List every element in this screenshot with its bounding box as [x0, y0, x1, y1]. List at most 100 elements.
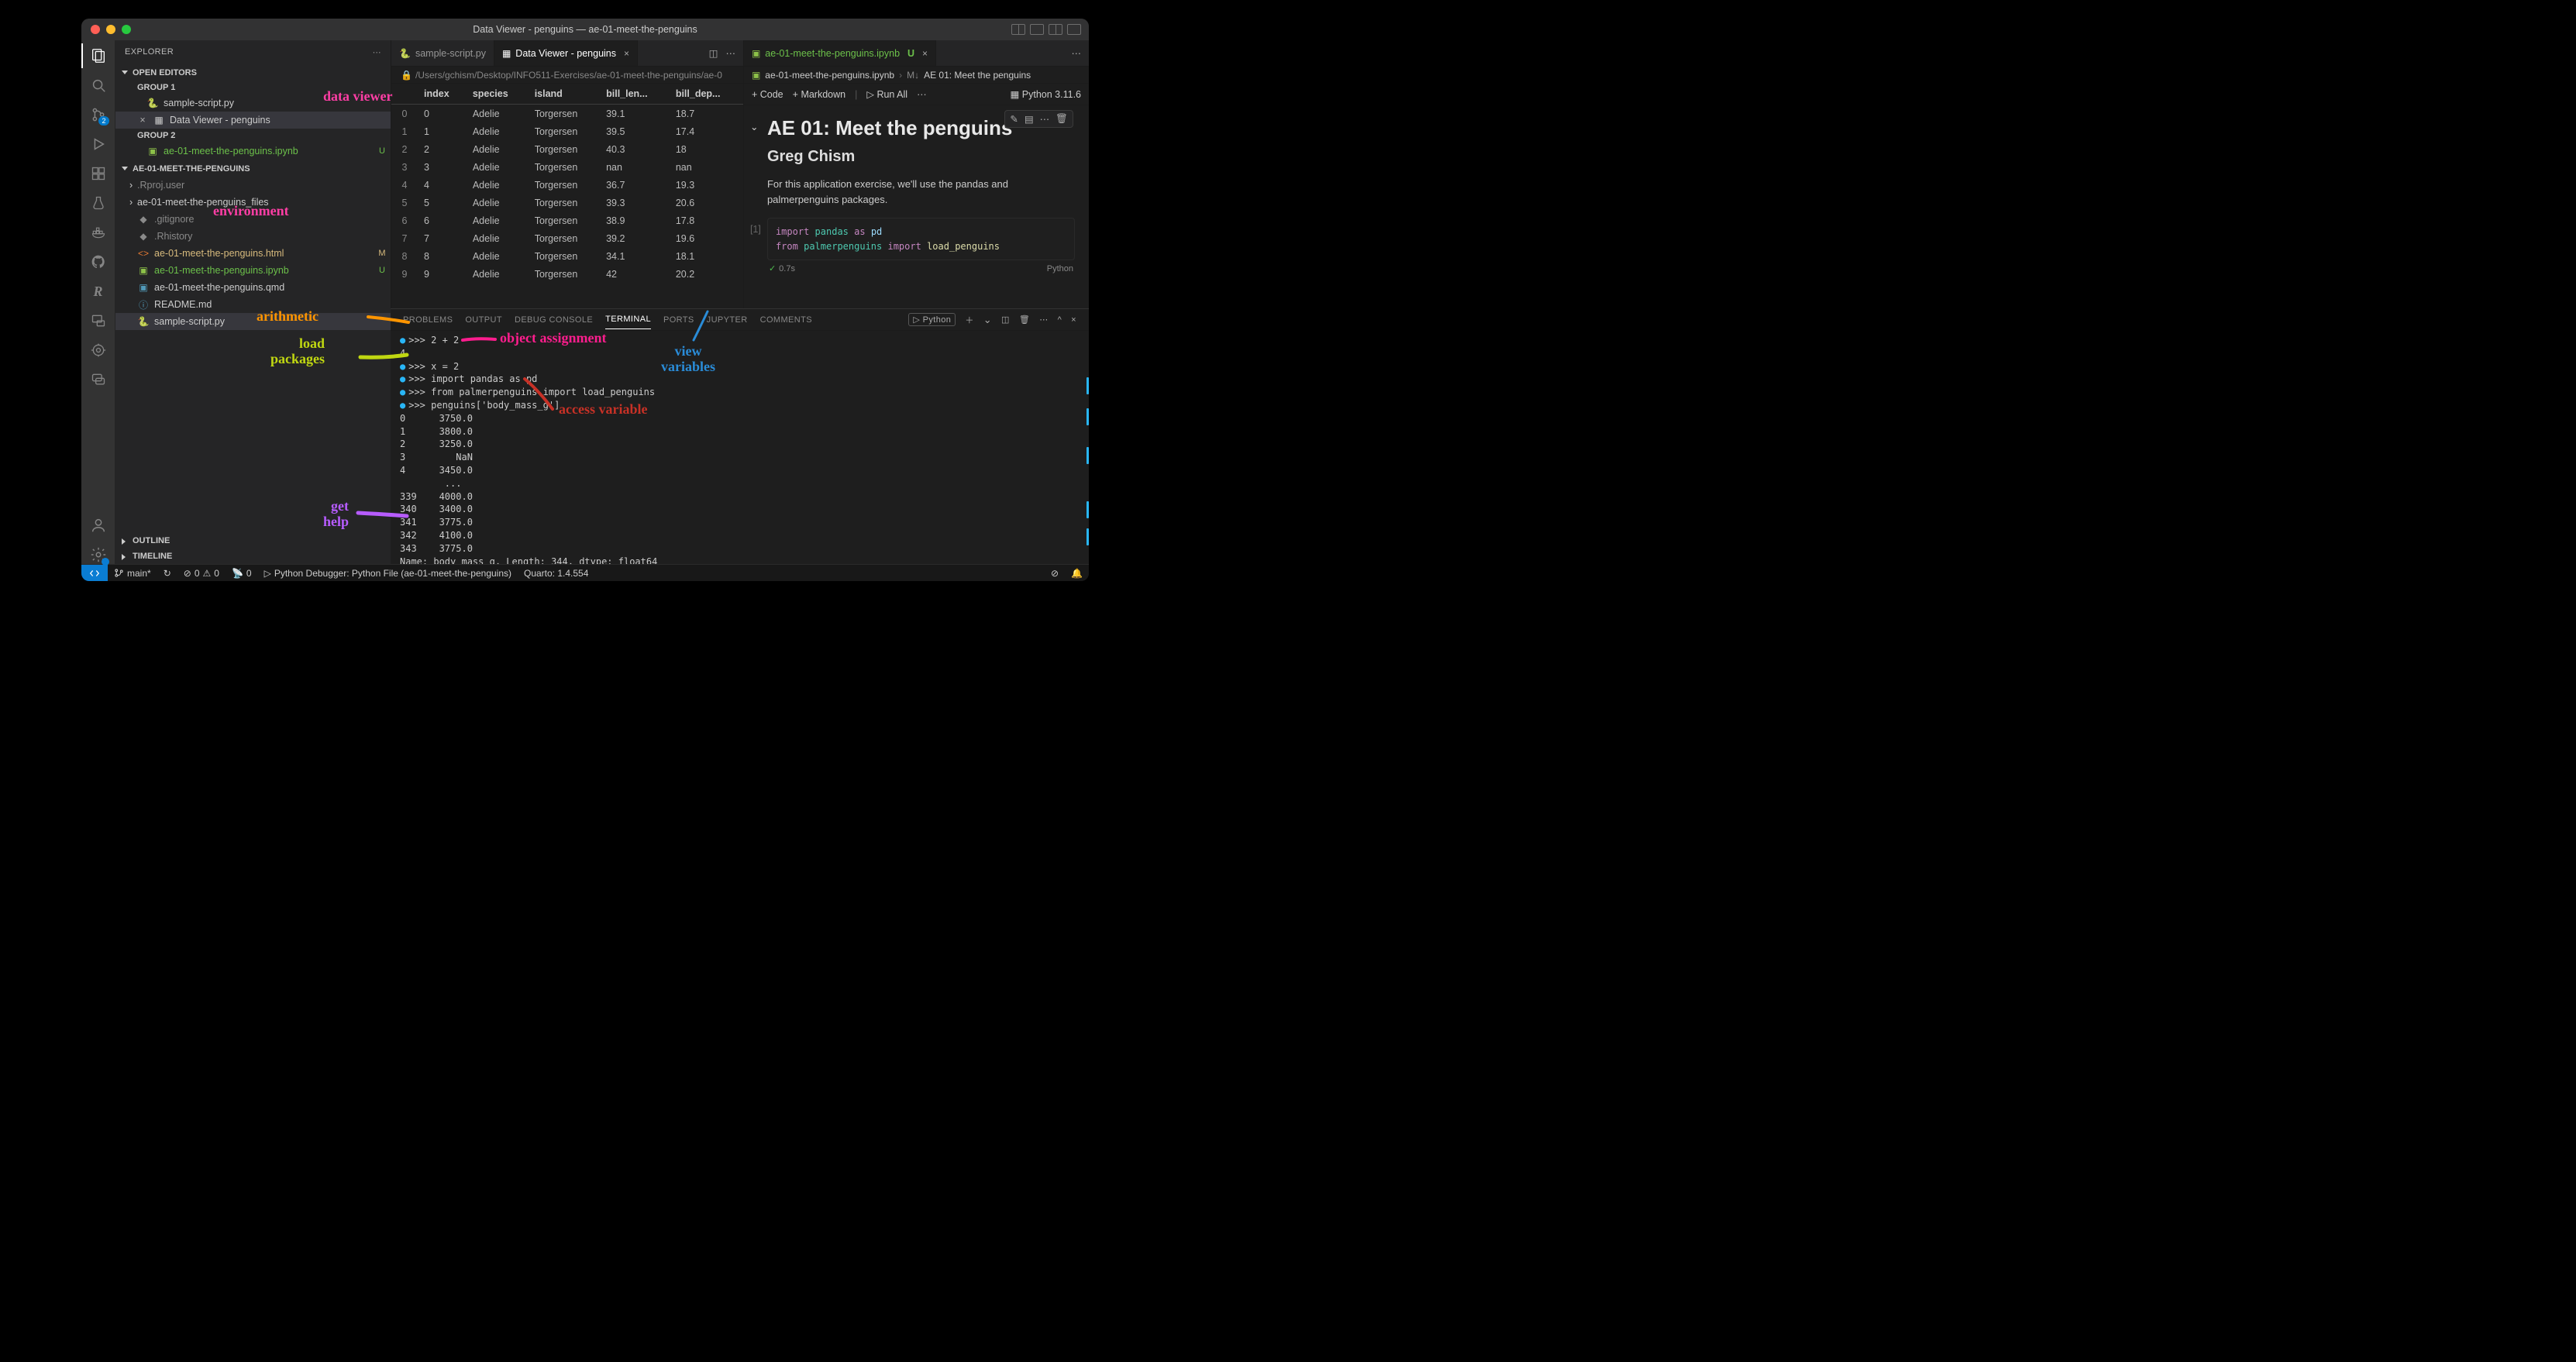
- settings-icon[interactable]: [89, 545, 108, 564]
- tab-more-icon[interactable]: ⋯: [1072, 47, 1082, 59]
- testing-icon[interactable]: [89, 194, 108, 212]
- tab-notebook[interactable]: ▣ ae-01-meet-the-penguins.ipynb U ×: [744, 40, 936, 66]
- file-rhistory[interactable]: ◆ .Rhistory: [115, 228, 391, 245]
- git-branch[interactable]: main*: [108, 568, 157, 579]
- quarto-status[interactable]: Quarto: 1.4.554: [518, 568, 594, 579]
- file-label: ae-01-meet-the-penguins.html: [154, 248, 374, 259]
- kill-terminal-icon[interactable]: 🗑: [1019, 315, 1030, 325]
- split-editor-icon[interactable]: ◫: [709, 47, 718, 59]
- notebook-body[interactable]: ✎ ▤ ⋯ 🗑 ⌄ AE 01: Meet the penguins Greg …: [744, 105, 1089, 308]
- split-cell-icon[interactable]: ▤: [1025, 113, 1034, 125]
- panel-tab-jupyter[interactable]: JUPYTER: [707, 311, 748, 329]
- toolbar-more-icon[interactable]: ⋯: [917, 88, 927, 100]
- edit-cell-icon[interactable]: ✎: [1010, 113, 1018, 125]
- copilot-icon[interactable]: ⊘: [1045, 568, 1065, 579]
- file-gitignore[interactable]: ◆ .gitignore: [115, 211, 391, 228]
- minimize-window-button[interactable]: [106, 25, 115, 34]
- remote-indicator[interactable]: [81, 565, 108, 582]
- panel-tab-debug[interactable]: DEBUG CONSOLE: [515, 311, 593, 329]
- file-html[interactable]: <> ae-01-meet-the-penguins.html M: [115, 245, 391, 262]
- r-icon[interactable]: R: [89, 282, 108, 301]
- open-editor-sample-script[interactable]: 🐍 sample-script.py: [115, 95, 391, 112]
- file-qmd[interactable]: ▣ ae-01-meet-the-penguins.qmd: [115, 279, 391, 296]
- sidebar-more-icon[interactable]: ⋯: [373, 47, 381, 57]
- open-editor-notebook[interactable]: ▣ ae-01-meet-the-penguins.ipynb U: [115, 143, 391, 160]
- github-icon[interactable]: [89, 253, 108, 271]
- sync-button[interactable]: ↻: [157, 568, 177, 579]
- project-section[interactable]: AE-01-MEET-THE-PENGUINS: [115, 160, 391, 177]
- breadcrumb-file: ae-01-meet-the-penguins.ipynb: [765, 70, 894, 81]
- file-label: .Rproj.user: [137, 180, 391, 191]
- add-markdown-button[interactable]: + Markdown: [793, 89, 845, 100]
- window-title: Data Viewer - penguins — ae-01-meet-the-…: [81, 24, 1089, 35]
- panel-tab-comments[interactable]: COMMENTS: [760, 311, 812, 329]
- remote-explorer-icon[interactable]: [89, 311, 108, 330]
- jupyter-icon: ▣: [137, 265, 150, 276]
- debug-config[interactable]: ▷Python Debugger: Python File (ae-01-mee…: [258, 568, 518, 579]
- folder-rproj[interactable]: › .Rproj.user: [115, 177, 391, 194]
- close-tab-icon[interactable]: ×: [624, 48, 629, 59]
- code-cell[interactable]: import pandas as pd from palmerpenguins …: [767, 218, 1075, 260]
- source-control-icon[interactable]: 2: [89, 105, 108, 124]
- delete-cell-icon[interactable]: 🗑: [1056, 113, 1068, 125]
- maximize-panel-icon[interactable]: ^: [1058, 315, 1062, 325]
- explorer-icon[interactable]: [89, 46, 108, 65]
- timeline-section[interactable]: TIMELINE: [115, 549, 391, 564]
- search-icon[interactable]: [89, 76, 108, 95]
- tab-label: Data Viewer - penguins: [515, 48, 616, 59]
- panel-tab-problems[interactable]: PROBLEMS: [403, 311, 453, 329]
- cell-index: [1]: [750, 224, 761, 235]
- terminal-body[interactable]: ●>>> 2 + 24●>>> x = 2●>>> import pandas …: [391, 331, 1089, 564]
- chevron-down-icon[interactable]: ⌄: [750, 121, 758, 132]
- accounts-icon[interactable]: [89, 516, 108, 535]
- add-code-button[interactable]: + Code: [752, 89, 783, 100]
- ports-indicator[interactable]: 📡0: [226, 568, 258, 579]
- panel-layout-icon[interactable]: [1011, 24, 1025, 35]
- outline-section[interactable]: OUTLINE: [115, 533, 391, 549]
- split-terminal-icon[interactable]: ◫: [1001, 315, 1010, 325]
- tab-more-icon[interactable]: ⋯: [725, 47, 735, 59]
- window-controls: [81, 25, 131, 34]
- group-2-label: GROUP 2: [115, 129, 391, 143]
- split-terminal-icon[interactable]: ⌄: [983, 314, 992, 326]
- breadcrumb[interactable]: ▣ ae-01-meet-the-penguins.ipynb › M↓ AE …: [744, 67, 1089, 84]
- problems-indicator[interactable]: ⊘0 ⚠0: [177, 568, 226, 579]
- notification-bell-icon[interactable]: 🔔: [1065, 568, 1089, 579]
- close-panel-icon[interactable]: ×: [1071, 315, 1076, 325]
- open-editors-section[interactable]: OPEN EDITORS: [115, 64, 391, 81]
- file-ipynb[interactable]: ▣ ae-01-meet-the-penguins.ipynb U: [115, 262, 391, 279]
- extensions-icon[interactable]: [89, 164, 108, 183]
- run-debug-icon[interactable]: [89, 135, 108, 153]
- file-readme[interactable]: ⓘ README.md: [115, 296, 391, 313]
- close-tab-icon[interactable]: ×: [922, 48, 928, 59]
- gitlens-icon[interactable]: [89, 341, 108, 359]
- tab-sample-script[interactable]: 🐍 sample-script.py: [391, 40, 494, 66]
- open-editor-label: ae-01-meet-the-penguins.ipynb: [164, 146, 374, 156]
- file-sample-script[interactable]: 🐍 sample-script.py: [115, 313, 391, 330]
- panel-layout-icon[interactable]: [1030, 24, 1044, 35]
- run-all-button[interactable]: ▷ Run All: [866, 88, 907, 100]
- tab-data-viewer[interactable]: ▦ Data Viewer - penguins ×: [494, 40, 638, 66]
- panel-tab-terminal[interactable]: TERMINAL: [605, 310, 651, 329]
- panel-more-icon[interactable]: ⋯: [1039, 315, 1048, 325]
- chat-icon[interactable]: [89, 370, 108, 389]
- panel-layout-icon[interactable]: [1049, 24, 1062, 35]
- panel-tab-output[interactable]: OUTPUT: [465, 311, 502, 329]
- terminal-profile[interactable]: ▷ Python: [908, 313, 956, 326]
- open-editor-data-viewer[interactable]: × ▦ Data Viewer - penguins: [115, 112, 391, 129]
- data-grid[interactable]: indexspeciesislandbill_len...bill_dep...…: [391, 84, 743, 308]
- maximize-window-button[interactable]: [122, 25, 131, 34]
- new-terminal-icon[interactable]: ＋: [965, 314, 973, 326]
- kernel-picker[interactable]: ▦ Python 3.11.6: [1010, 88, 1081, 100]
- notebook-paragraph: For this application exercise, we'll use…: [767, 177, 1075, 207]
- git-status-u: U: [378, 146, 391, 156]
- docker-icon[interactable]: [89, 223, 108, 242]
- sidebar: EXPLORER ⋯ OPEN EDITORS GROUP 1 🐍 sample…: [115, 40, 391, 564]
- folder-ae-files[interactable]: › ae-01-meet-the-penguins_files: [115, 194, 391, 211]
- close-icon[interactable]: ×: [137, 115, 148, 126]
- git-status-u: U: [907, 48, 914, 59]
- panel-tab-ports[interactable]: PORTS: [663, 311, 694, 329]
- close-window-button[interactable]: [91, 25, 100, 34]
- cell-more-icon[interactable]: ⋯: [1040, 113, 1050, 125]
- panel-layout-icon[interactable]: [1067, 24, 1081, 35]
